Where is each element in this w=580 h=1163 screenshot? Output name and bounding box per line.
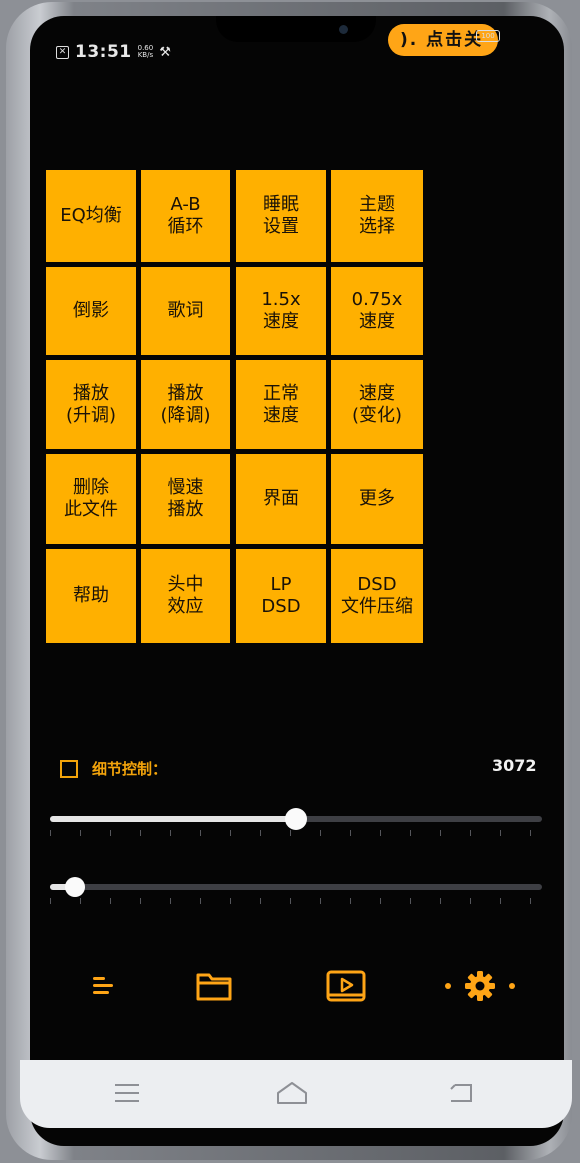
feature-tile[interactable]: 慢速 播放: [141, 454, 230, 544]
status-time: 13:51: [75, 42, 132, 62]
screen: ✕ 13:51 0.60 KB/s ⚒ ). 点击关 100 EQ均衡 A-B 循…: [30, 16, 564, 1146]
secondary-slider-ticks: [50, 898, 542, 904]
feature-tile[interactable]: 更多: [331, 454, 423, 544]
primary-slider[interactable]: [50, 802, 542, 842]
feature-tile[interactable]: 0.75x 速度: [331, 267, 423, 355]
notch: [216, 16, 376, 42]
feature-tile[interactable]: 歌词: [141, 267, 230, 355]
feature-tile[interactable]: 界面: [236, 454, 326, 544]
feature-tile[interactable]: 头中 效应: [141, 549, 230, 643]
play-video-icon[interactable]: [324, 964, 368, 1008]
feature-tile[interactable]: 睡眠 设置: [236, 170, 326, 262]
recent-apps-icon[interactable]: [112, 1080, 142, 1106]
feature-tile[interactable]: 速度 (变化): [331, 360, 423, 449]
feature-tile[interactable]: 帮助: [46, 549, 136, 643]
settings-gear-icon[interactable]: [440, 964, 520, 1008]
phone-frame: ✕ 13:51 0.60 KB/s ⚒ ). 点击关 100 EQ均衡 A-B 循…: [6, 2, 572, 1160]
feature-tile[interactable]: 播放 (升调): [46, 360, 136, 449]
back-icon[interactable]: [446, 1080, 476, 1106]
tools-icon: ⚒: [159, 44, 171, 60]
menu-icon[interactable]: [82, 964, 126, 1008]
detail-control-label: 细节控制：: [92, 760, 168, 778]
feature-tile[interactable]: 主题 选择: [331, 170, 423, 262]
home-icon[interactable]: [274, 1080, 310, 1106]
detail-control-checkbox[interactable]: [60, 759, 78, 778]
battery-icon: 100: [476, 30, 500, 42]
feature-tile[interactable]: DSD 文件压缩: [331, 549, 423, 643]
network-speed: 0.60 KB/s: [137, 44, 154, 59]
status-bar: ✕ 13:51 0.60 KB/s ⚒: [56, 42, 171, 62]
secondary-slider-thumb[interactable]: [64, 877, 85, 897]
feature-tile[interactable]: A-B 循环: [141, 170, 230, 262]
feature-tile[interactable]: EQ均衡: [46, 170, 136, 262]
feature-tile[interactable]: 播放 (降调): [141, 360, 230, 449]
primary-slider-thumb[interactable]: [285, 808, 307, 830]
feature-tile[interactable]: 1.5x 速度: [236, 267, 326, 355]
feature-tile[interactable]: 正常 速度: [236, 360, 326, 449]
detail-control-row: 细节控制：: [60, 758, 167, 779]
primary-slider-ticks: [50, 830, 542, 836]
navigation-bar: [20, 1060, 572, 1128]
feature-tile[interactable]: 倒影: [46, 267, 136, 355]
folder-icon[interactable]: [192, 964, 236, 1008]
x-box-icon: ✕: [56, 45, 69, 59]
primary-slider-fill: [50, 816, 296, 822]
secondary-slider[interactable]: [50, 870, 542, 910]
feature-tile[interactable]: LP DSD: [236, 549, 326, 643]
detail-control-value: 3072: [492, 756, 537, 775]
secondary-slider-track: [50, 884, 542, 890]
front-camera: [339, 25, 348, 34]
feature-tile[interactable]: 删除 此文件: [46, 454, 136, 544]
